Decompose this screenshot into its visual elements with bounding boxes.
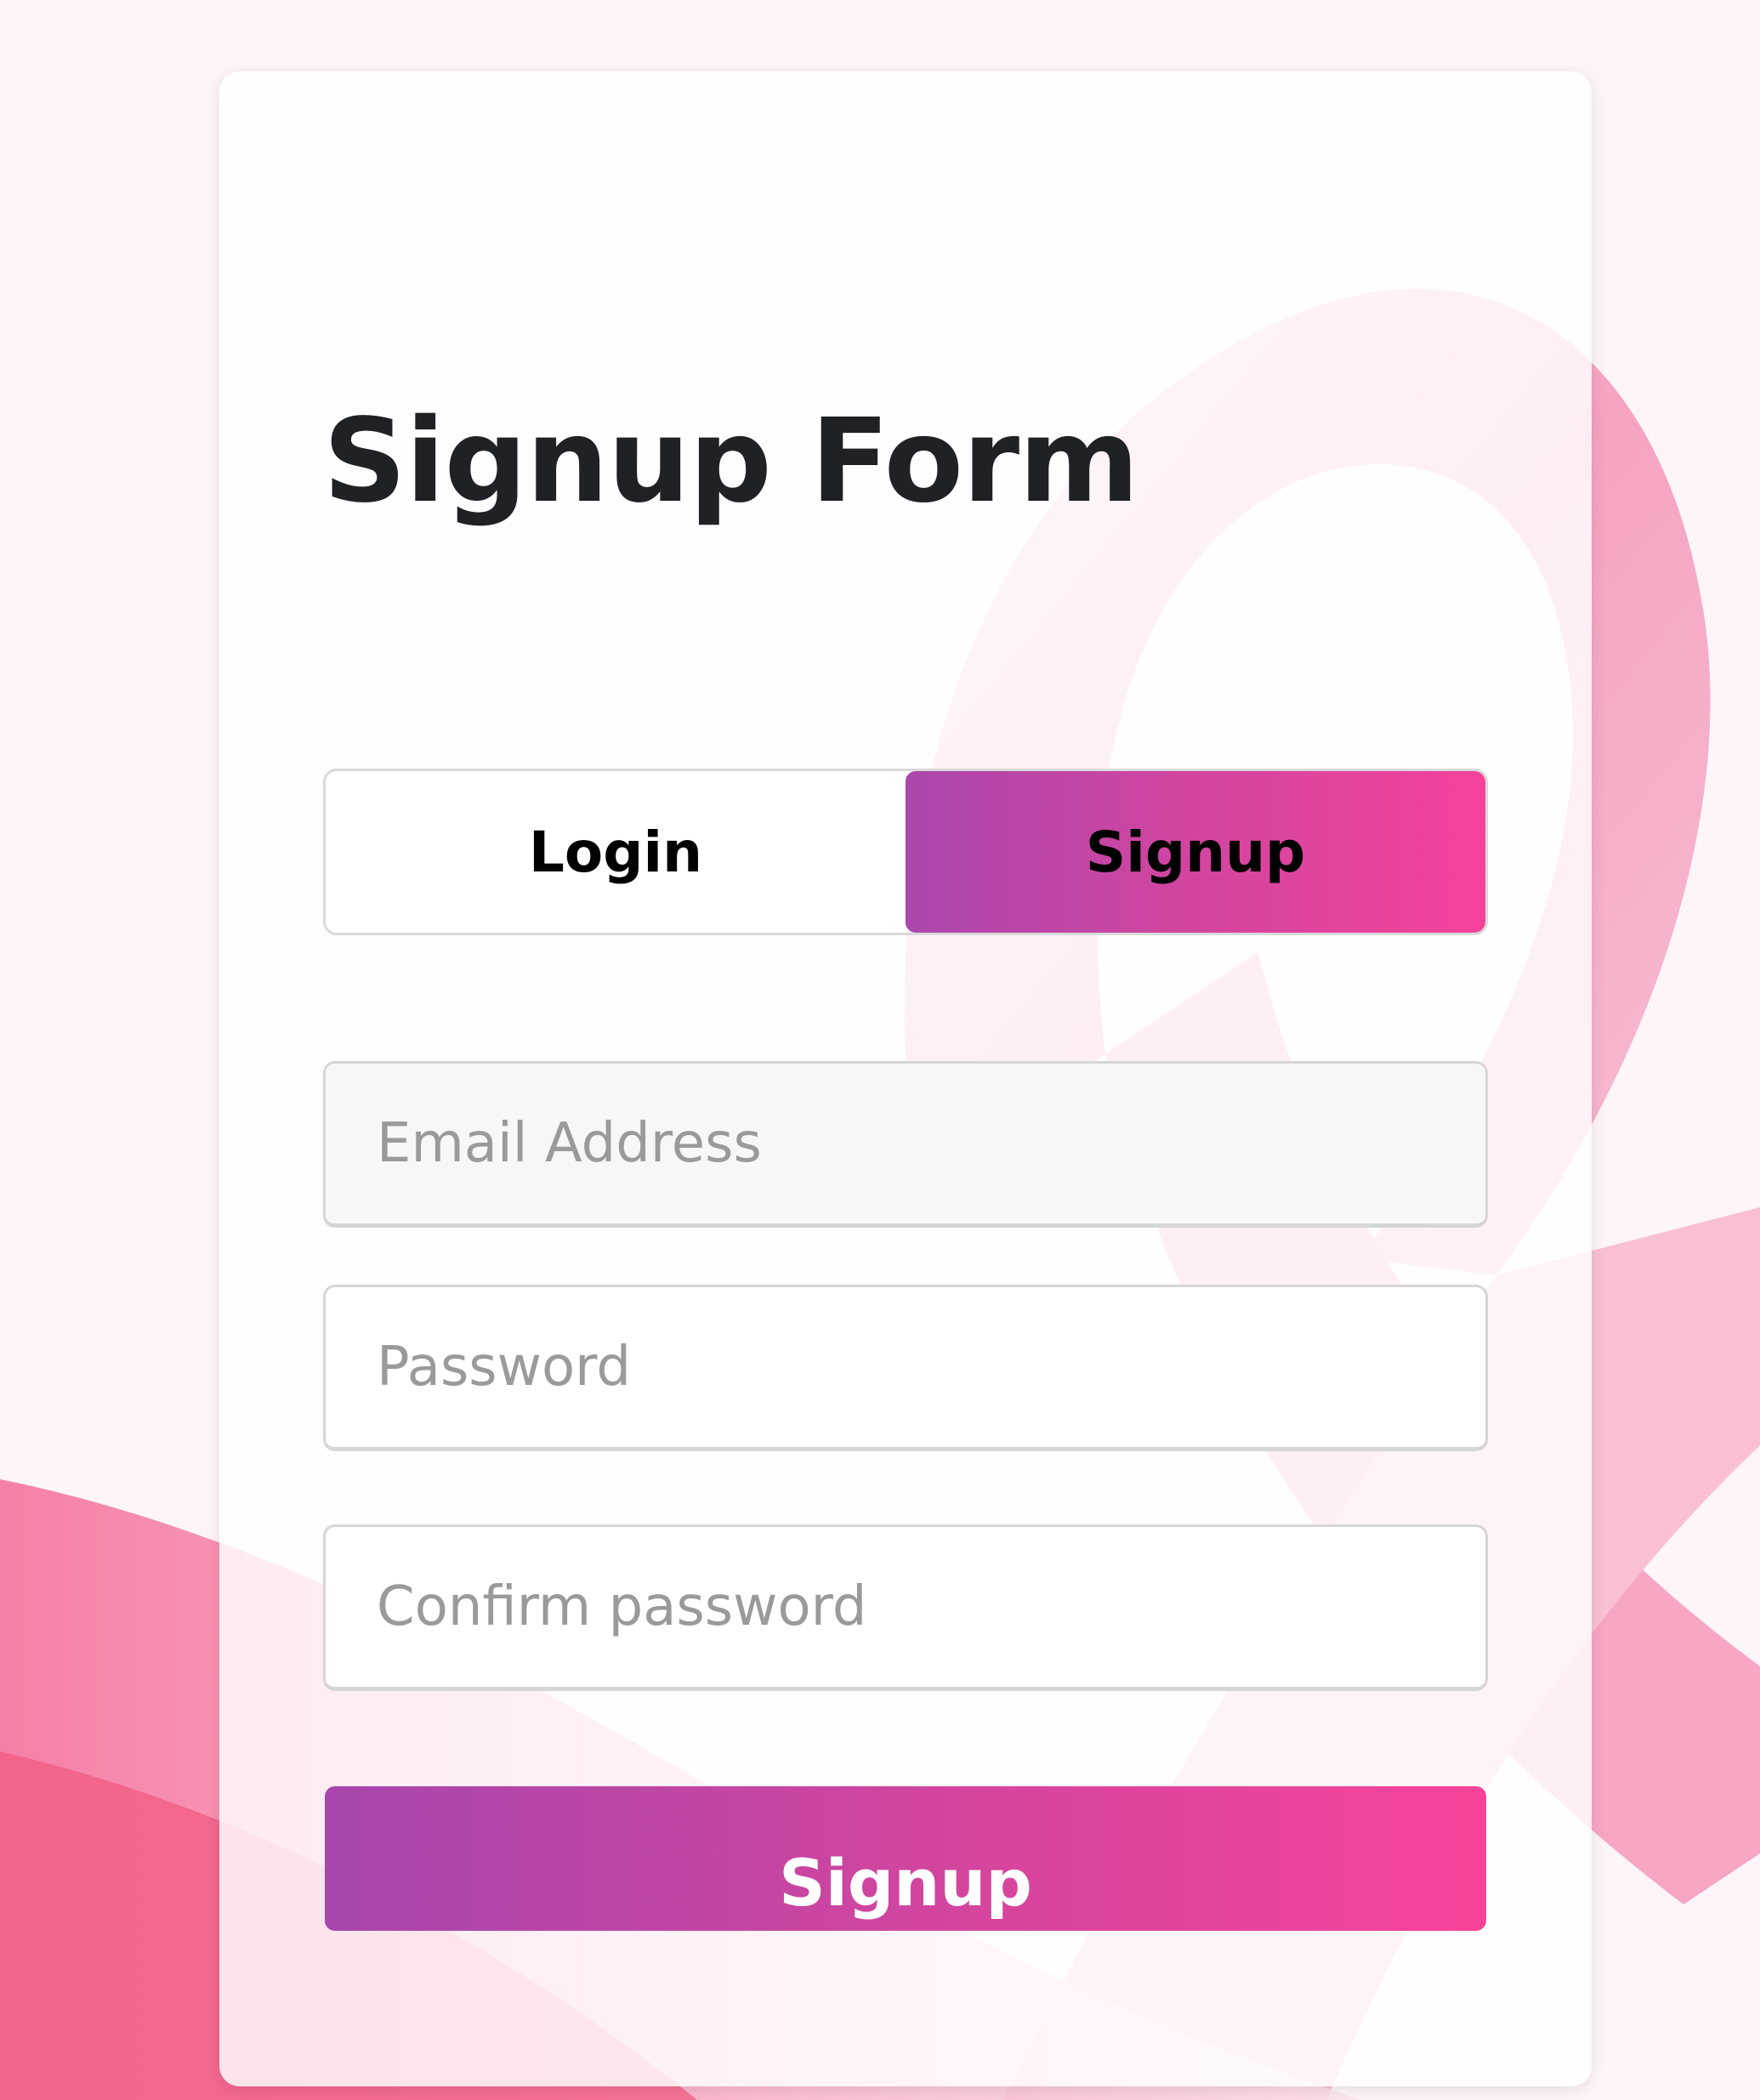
- form-title: Signup Form: [323, 394, 1139, 529]
- password-field[interactable]: [323, 1285, 1488, 1451]
- confirm-password-field[interactable]: [323, 1524, 1488, 1691]
- signup-card: Signup Form Login Signup Signup: [219, 71, 1592, 2086]
- email-field[interactable]: [323, 1061, 1488, 1228]
- tab-signup[interactable]: Signup: [906, 771, 1485, 933]
- signup-button[interactable]: Signup: [325, 1786, 1486, 1931]
- login-signup-toggle: Login Signup: [323, 769, 1488, 935]
- tab-login[interactable]: Login: [326, 771, 906, 933]
